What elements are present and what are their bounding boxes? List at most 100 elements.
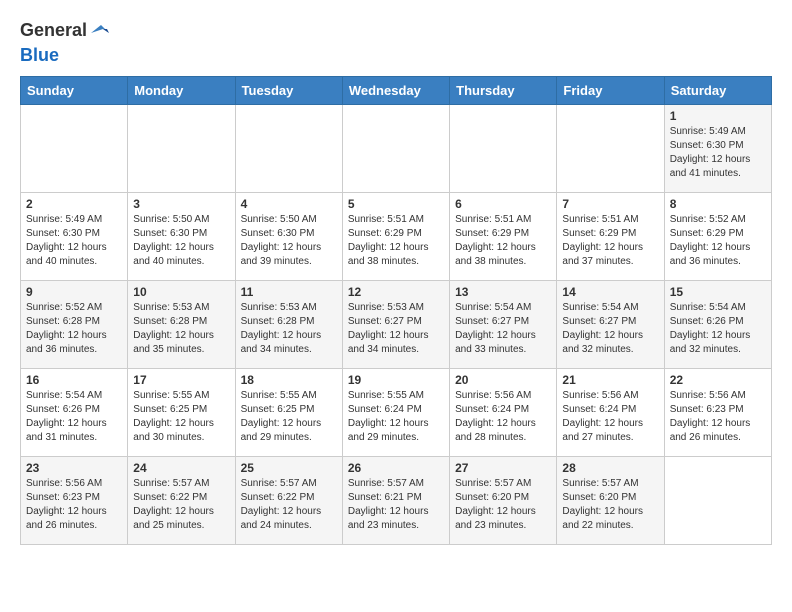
calendar-cell: 17Sunrise: 5:55 AM Sunset: 6:25 PM Dayli… <box>128 369 235 457</box>
calendar-cell: 1 Sunrise: 5:49 AM Sunset: 6:30 PM Daylig… <box>664 105 771 193</box>
calendar-cell: 25Sunrise: 5:57 AM Sunset: 6:22 PM Dayli… <box>235 457 342 545</box>
day-number: 16 <box>26 373 122 387</box>
calendar-cell: 6 Sunrise: 5:51 AM Sunset: 6:29 PM Daylig… <box>450 193 557 281</box>
day-header-saturday: Saturday <box>664 77 771 105</box>
logo: General Blue <box>20 20 109 66</box>
calendar-cell: 3 Sunrise: 5:50 AM Sunset: 6:30 PM Daylig… <box>128 193 235 281</box>
calendar-cell: 16Sunrise: 5:54 AM Sunset: 6:26 PM Dayli… <box>21 369 128 457</box>
day-header-thursday: Thursday <box>450 77 557 105</box>
week-row-5: 23 Sunrise: 5:56 AM Sunset: 6:23 PM Dayli… <box>21 457 772 545</box>
days-header-row: SundayMondayTuesdayWednesdayThursdayFrid… <box>21 77 772 105</box>
day-number: 4 <box>241 197 337 211</box>
week-row-2: 2 Sunrise: 5:49 AM Sunset: 6:30 PM Daylig… <box>21 193 772 281</box>
day-number: 19 <box>348 373 444 387</box>
calendar-cell: 24 Sunrise: 5:57 AM Sunset: 6:22 PM Dayli… <box>128 457 235 545</box>
calendar-cell: 9 Sunrise: 5:52 AM Sunset: 6:28 PM Daylig… <box>21 281 128 369</box>
day-info: Sunrise: 5:53 AM Sunset: 6:28 PM Dayligh… <box>241 301 337 357</box>
day-info: Sunrise: 5:54 AM Sunset: 6:27 PM Dayligh… <box>562 301 658 357</box>
day-number: 12 <box>348 285 444 299</box>
day-info: Sunrise: 5:50 AM Sunset: 6:30 PM Dayligh… <box>241 213 337 269</box>
logo-bird-icon <box>87 21 109 41</box>
day-number: 5 <box>348 197 444 211</box>
day-info: Sunrise: 5:57 AM Sunset: 6:20 PM Dayligh… <box>455 477 551 533</box>
header: General Blue <box>20 20 772 66</box>
day-info: Sunrise: 5:56 AM Sunset: 6:23 PM Dayligh… <box>670 389 766 445</box>
day-info: Sunrise: 5:50 AM Sunset: 6:30 PM Dayligh… <box>133 213 229 269</box>
day-info: Sunrise: 5:52 AM Sunset: 6:28 PM Dayligh… <box>26 301 122 357</box>
calendar-cell: 5 Sunrise: 5:51 AM Sunset: 6:29 PM Daylig… <box>342 193 449 281</box>
day-number: 20 <box>455 373 551 387</box>
day-info: Sunrise: 5:55 AM Sunset: 6:25 PM Dayligh… <box>241 389 337 445</box>
calendar-cell: 21 Sunrise: 5:56 AM Sunset: 6:24 PM Dayli… <box>557 369 664 457</box>
calendar-cell: 26Sunrise: 5:57 AM Sunset: 6:21 PM Dayli… <box>342 457 449 545</box>
day-info: Sunrise: 5:55 AM Sunset: 6:24 PM Dayligh… <box>348 389 444 445</box>
day-info: Sunrise: 5:57 AM Sunset: 6:22 PM Dayligh… <box>241 477 337 533</box>
day-number: 11 <box>241 285 337 299</box>
day-info: Sunrise: 5:56 AM Sunset: 6:23 PM Dayligh… <box>26 477 122 533</box>
day-number: 1 <box>670 109 766 123</box>
calendar-cell: 15 Sunrise: 5:54 AM Sunset: 6:26 PM Dayli… <box>664 281 771 369</box>
calendar-cell <box>235 105 342 193</box>
day-info: Sunrise: 5:49 AM Sunset: 6:30 PM Dayligh… <box>670 125 766 181</box>
calendar-cell: 19 Sunrise: 5:55 AM Sunset: 6:24 PM Dayli… <box>342 369 449 457</box>
day-info: Sunrise: 5:52 AM Sunset: 6:29 PM Dayligh… <box>670 213 766 269</box>
day-number: 9 <box>26 285 122 299</box>
calendar-cell: 28 Sunrise: 5:57 AM Sunset: 6:20 PM Dayli… <box>557 457 664 545</box>
day-number: 24 <box>133 461 229 475</box>
day-number: 26 <box>348 461 444 475</box>
calendar-cell: 2 Sunrise: 5:49 AM Sunset: 6:30 PM Daylig… <box>21 193 128 281</box>
day-info: Sunrise: 5:54 AM Sunset: 6:27 PM Dayligh… <box>455 301 551 357</box>
calendar-cell <box>450 105 557 193</box>
day-header-monday: Monday <box>128 77 235 105</box>
day-header-sunday: Sunday <box>21 77 128 105</box>
day-info: Sunrise: 5:51 AM Sunset: 6:29 PM Dayligh… <box>455 213 551 269</box>
day-number: 3 <box>133 197 229 211</box>
day-info: Sunrise: 5:56 AM Sunset: 6:24 PM Dayligh… <box>562 389 658 445</box>
day-info: Sunrise: 5:51 AM Sunset: 6:29 PM Dayligh… <box>348 213 444 269</box>
calendar-cell: 23 Sunrise: 5:56 AM Sunset: 6:23 PM Dayli… <box>21 457 128 545</box>
day-header-wednesday: Wednesday <box>342 77 449 105</box>
day-info: Sunrise: 5:51 AM Sunset: 6:29 PM Dayligh… <box>562 213 658 269</box>
day-header-tuesday: Tuesday <box>235 77 342 105</box>
day-number: 22 <box>670 373 766 387</box>
calendar-cell <box>128 105 235 193</box>
week-row-3: 9 Sunrise: 5:52 AM Sunset: 6:28 PM Daylig… <box>21 281 772 369</box>
logo-general: General <box>20 20 87 41</box>
calendar-cell: 13Sunrise: 5:54 AM Sunset: 6:27 PM Dayli… <box>450 281 557 369</box>
calendar-cell: 7 Sunrise: 5:51 AM Sunset: 6:29 PM Daylig… <box>557 193 664 281</box>
day-info: Sunrise: 5:57 AM Sunset: 6:20 PM Dayligh… <box>562 477 658 533</box>
calendar-cell <box>342 105 449 193</box>
day-info: Sunrise: 5:53 AM Sunset: 6:27 PM Dayligh… <box>348 301 444 357</box>
day-number: 28 <box>562 461 658 475</box>
day-info: Sunrise: 5:49 AM Sunset: 6:30 PM Dayligh… <box>26 213 122 269</box>
calendar-cell: 10Sunrise: 5:53 AM Sunset: 6:28 PM Dayli… <box>128 281 235 369</box>
calendar-cell: 4 Sunrise: 5:50 AM Sunset: 6:30 PM Daylig… <box>235 193 342 281</box>
calendar-table: SundayMondayTuesdayWednesdayThursdayFrid… <box>20 76 772 545</box>
calendar-cell: 11 Sunrise: 5:53 AM Sunset: 6:28 PM Dayli… <box>235 281 342 369</box>
logo-blue: Blue <box>20 45 59 66</box>
day-number: 7 <box>562 197 658 211</box>
calendar-cell: 8 Sunrise: 5:52 AM Sunset: 6:29 PM Daylig… <box>664 193 771 281</box>
day-header-friday: Friday <box>557 77 664 105</box>
calendar-cell: 20 Sunrise: 5:56 AM Sunset: 6:24 PM Dayli… <box>450 369 557 457</box>
calendar-cell <box>664 457 771 545</box>
day-number: 6 <box>455 197 551 211</box>
day-number: 15 <box>670 285 766 299</box>
day-number: 18 <box>241 373 337 387</box>
calendar-cell <box>21 105 128 193</box>
day-info: Sunrise: 5:54 AM Sunset: 6:26 PM Dayligh… <box>670 301 766 357</box>
day-number: 23 <box>26 461 122 475</box>
day-number: 8 <box>670 197 766 211</box>
day-number: 21 <box>562 373 658 387</box>
day-number: 27 <box>455 461 551 475</box>
day-info: Sunrise: 5:57 AM Sunset: 6:22 PM Dayligh… <box>133 477 229 533</box>
day-number: 17 <box>133 373 229 387</box>
day-number: 2 <box>26 197 122 211</box>
day-info: Sunrise: 5:56 AM Sunset: 6:24 PM Dayligh… <box>455 389 551 445</box>
calendar-cell: 22 Sunrise: 5:56 AM Sunset: 6:23 PM Dayli… <box>664 369 771 457</box>
calendar-cell: 18 Sunrise: 5:55 AM Sunset: 6:25 PM Dayli… <box>235 369 342 457</box>
day-number: 10 <box>133 285 229 299</box>
week-row-1: 1 Sunrise: 5:49 AM Sunset: 6:30 PM Daylig… <box>21 105 772 193</box>
calendar-cell: 27 Sunrise: 5:57 AM Sunset: 6:20 PM Dayli… <box>450 457 557 545</box>
calendar-cell: 12 Sunrise: 5:53 AM Sunset: 6:27 PM Dayli… <box>342 281 449 369</box>
